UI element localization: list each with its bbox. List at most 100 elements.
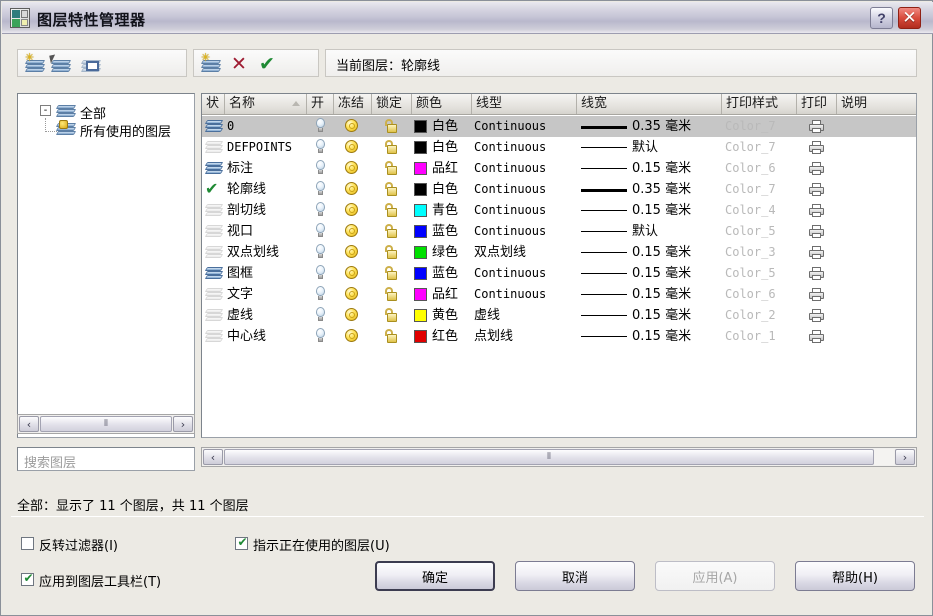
color-swatch[interactable] (414, 330, 427, 343)
table-hscrollbar[interactable]: ‹ ⦀ › (201, 447, 917, 467)
cell-description[interactable] (840, 221, 916, 242)
cell-freeze[interactable] (334, 116, 372, 137)
filter-tree-panel[interactable]: - 全部 所有使用的图层 (17, 93, 195, 438)
color-swatch[interactable] (414, 204, 427, 217)
cell-lock[interactable] (372, 326, 412, 347)
sun-thaw-icon[interactable] (345, 266, 360, 281)
lightbulb-on-icon[interactable] (314, 202, 327, 218)
sun-thaw-icon[interactable] (345, 161, 360, 176)
layer-table-panel[interactable]: 状名称 开冻结 锁定 颜色 线型 线宽 打印样式 打印 说明 0 白色 Continuous 0.35… (201, 93, 917, 438)
cell-on[interactable] (307, 242, 334, 263)
cell-layer-name[interactable]: 图框 (227, 263, 309, 284)
lightbulb-on-icon[interactable] (314, 181, 327, 197)
sun-thaw-icon[interactable] (345, 119, 360, 134)
search-layer-input[interactable]: 搜索图层 (17, 447, 195, 471)
sun-thaw-icon[interactable] (345, 203, 360, 218)
new-group-filter-button[interactable] (49, 54, 72, 74)
color-swatch[interactable] (414, 225, 427, 238)
sun-thaw-icon[interactable] (345, 140, 360, 155)
unlocked-padlock-icon[interactable] (384, 203, 399, 218)
tree-hscrollbar[interactable]: ‹ ⦀ › (17, 414, 195, 434)
cell-on[interactable] (307, 263, 334, 284)
table-row[interactable]: 虚线 黄色 虚线 0.15 毫米 Color_2 (202, 305, 916, 326)
printer-icon[interactable] (809, 288, 825, 302)
color-swatch[interactable] (414, 288, 427, 301)
cell-description[interactable] (840, 305, 916, 326)
unlocked-padlock-icon[interactable] (384, 329, 399, 344)
table-row[interactable]: 视口 蓝色 Continuous 默认 Color_5 (202, 221, 916, 242)
color-swatch[interactable] (414, 267, 427, 280)
lightbulb-on-icon[interactable] (314, 307, 327, 323)
cell-plot[interactable] (797, 263, 837, 284)
cell-on[interactable] (307, 284, 334, 305)
table-row[interactable]: DEFPOINTS 白色 Continuous 默认 Color_7 (202, 137, 916, 158)
cell-on[interactable] (307, 158, 334, 179)
sun-thaw-icon[interactable] (345, 287, 360, 302)
cell-lock[interactable] (372, 263, 412, 284)
cell-color[interactable]: 绿色 (412, 242, 472, 263)
cell-color[interactable]: 白色 (412, 116, 472, 137)
column-header-lock[interactable]: 锁定 (372, 94, 412, 114)
color-swatch[interactable] (414, 141, 427, 154)
printer-icon[interactable] (809, 120, 825, 134)
sun-thaw-icon[interactable] (345, 245, 360, 260)
cell-freeze[interactable] (334, 242, 372, 263)
cell-on[interactable] (307, 326, 334, 347)
sun-thaw-icon[interactable] (345, 329, 360, 344)
cell-lock[interactable] (372, 179, 412, 200)
tree-scroll-right-button[interactable]: › (173, 416, 193, 432)
cell-description[interactable] (840, 284, 916, 305)
table-scroll-left-button[interactable]: ‹ (203, 449, 223, 465)
cell-plot[interactable] (797, 200, 837, 221)
lightbulb-on-icon[interactable] (314, 265, 327, 281)
cell-lineweight[interactable]: 0.35 毫米 (577, 179, 722, 200)
cell-description[interactable] (840, 116, 916, 137)
cell-layer-name[interactable]: DEFPOINTS (227, 137, 309, 158)
color-swatch[interactable] (414, 183, 427, 196)
cell-color[interactable]: 蓝色 (412, 263, 472, 284)
cell-freeze[interactable] (334, 221, 372, 242)
lightbulb-on-icon[interactable] (314, 139, 327, 155)
cell-linetype[interactable]: Continuous (474, 221, 579, 242)
color-swatch[interactable] (414, 309, 427, 322)
cell-lock[interactable] (372, 284, 412, 305)
column-header-lineweight[interactable]: 线宽 (577, 94, 722, 114)
color-swatch[interactable] (414, 162, 427, 175)
column-header-color[interactable]: 颜色 (412, 94, 472, 114)
lightbulb-on-icon[interactable] (314, 118, 327, 134)
cell-plot[interactable] (797, 221, 837, 242)
column-header-freeze[interactable]: 冻结 (334, 94, 372, 114)
cell-lock[interactable] (372, 221, 412, 242)
cell-plot[interactable] (797, 305, 837, 326)
cell-color[interactable]: 白色 (412, 179, 472, 200)
cell-description[interactable] (840, 326, 916, 347)
cell-freeze[interactable] (334, 200, 372, 221)
column-header-linetype[interactable]: 线型 (472, 94, 577, 114)
cell-color[interactable]: 品红 (412, 284, 472, 305)
sun-thaw-icon[interactable] (345, 224, 360, 239)
cell-lock[interactable] (372, 158, 412, 179)
cell-on[interactable] (307, 305, 334, 326)
delete-layer-button[interactable]: ✕ (228, 54, 250, 74)
cell-lineweight[interactable]: 0.15 毫米 (577, 242, 722, 263)
cell-on[interactable] (307, 137, 334, 158)
lightbulb-on-icon[interactable] (314, 223, 327, 239)
lightbulb-on-icon[interactable] (314, 286, 327, 302)
cell-lock[interactable] (372, 200, 412, 221)
unlocked-padlock-icon[interactable] (384, 308, 399, 323)
cell-linetype[interactable]: Continuous (474, 284, 579, 305)
tree-scroll-track[interactable]: ⦀ (40, 416, 172, 432)
table-row[interactable]: 0 白色 Continuous 0.35 毫米 Color_7 (202, 116, 916, 137)
cell-layer-name[interactable]: 轮廓线 (227, 179, 309, 200)
cell-plot[interactable] (797, 158, 837, 179)
cell-lineweight[interactable]: 0.35 毫米 (577, 116, 722, 137)
table-scroll-right-button[interactable]: › (895, 449, 915, 465)
cell-layer-name[interactable]: 虚线 (227, 305, 309, 326)
cell-layer-name[interactable]: 视口 (227, 221, 309, 242)
cell-lineweight[interactable]: 0.15 毫米 (577, 158, 722, 179)
cell-linetype[interactable]: Continuous (474, 263, 579, 284)
cell-plot[interactable] (797, 284, 837, 305)
cell-linetype[interactable]: Continuous (474, 200, 579, 221)
cell-description[interactable] (840, 263, 916, 284)
cell-lineweight[interactable]: 0.15 毫米 (577, 200, 722, 221)
